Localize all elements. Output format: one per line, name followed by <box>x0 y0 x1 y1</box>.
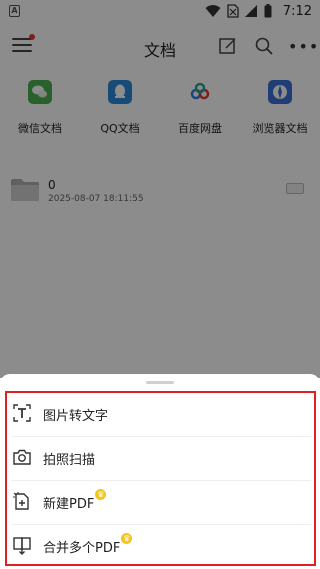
vip-crown-icon: ♛ <box>121 533 133 544</box>
image-to-text-icon <box>13 404 31 422</box>
camera-icon <box>13 449 31 465</box>
new-pdf-icon <box>13 492 29 510</box>
highlight-box: 图片转文字 拍照扫描 新建PDF♛ 合并多个PDF♛ <box>5 391 316 566</box>
option-label: 新建PDF <box>43 497 95 512</box>
option-label: 拍照扫描 <box>43 453 96 468</box>
merge-pdf-icon <box>13 537 31 555</box>
bottom-sheet: 图片转文字 拍照扫描 新建PDF♛ 合并多个PDF♛ <box>0 374 320 569</box>
image-to-text-option[interactable]: 图片转文字 <box>7 393 314 437</box>
modal-overlay[interactable] <box>0 0 320 378</box>
vip-crown-icon: ♛ <box>95 489 107 500</box>
option-label: 图片转文字 <box>43 409 109 424</box>
new-pdf-option[interactable]: 新建PDF♛ <box>7 481 314 525</box>
camera-scan-option[interactable]: 拍照扫描 <box>7 437 314 481</box>
merge-pdf-option[interactable]: 合并多个PDF♛ <box>7 525 314 569</box>
sheet-drag-handle[interactable] <box>146 381 174 384</box>
option-label: 合并多个PDF <box>43 541 121 556</box>
